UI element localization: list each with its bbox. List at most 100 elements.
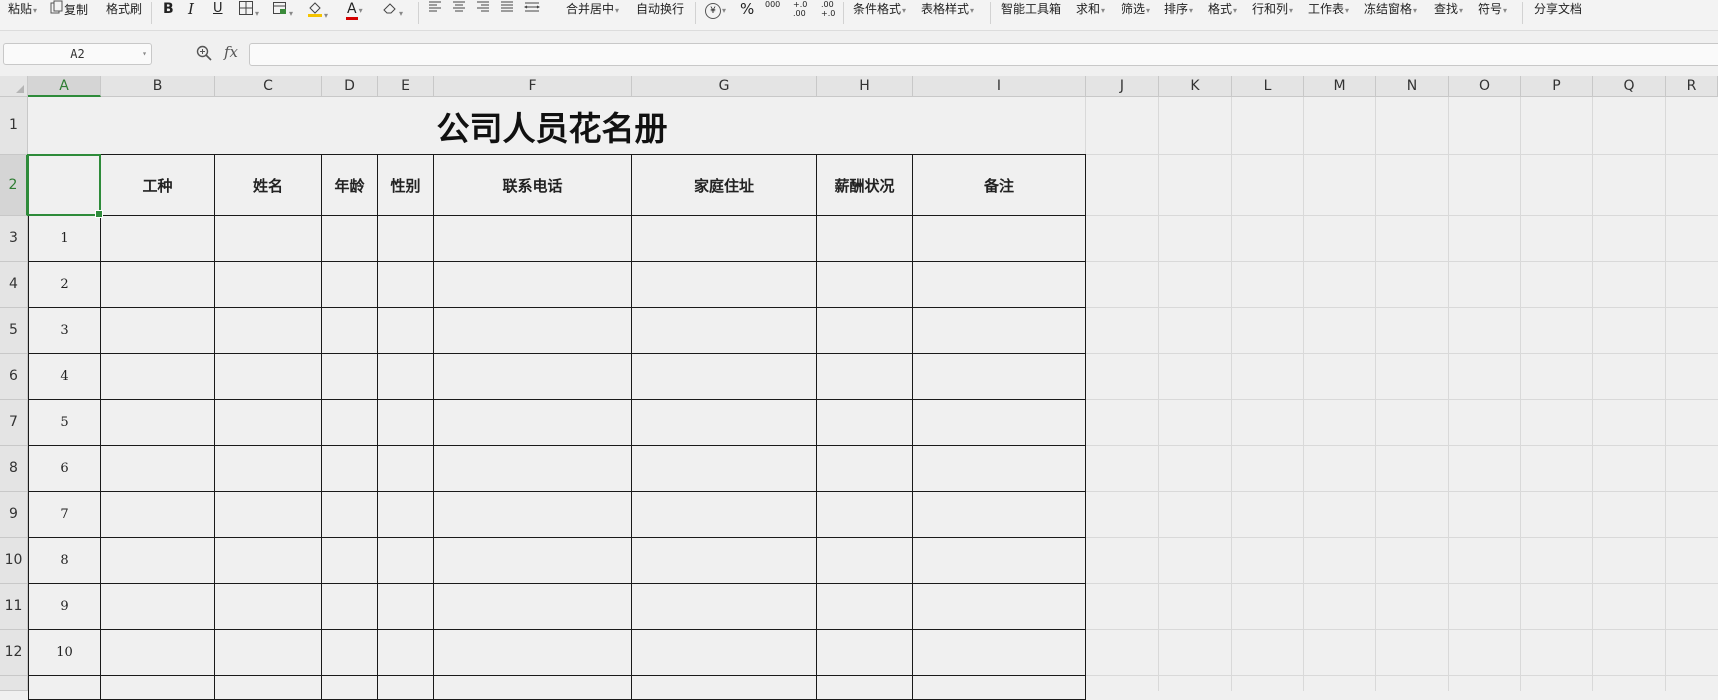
row-header-12[interactable]: 12 (0, 630, 28, 676)
table-cell[interactable] (215, 308, 322, 354)
sheet-title[interactable]: 公司人员花名册 (28, 97, 1076, 155)
table-cell[interactable] (913, 446, 1086, 492)
table-cell[interactable] (28, 676, 101, 700)
column-header-n[interactable]: N (1376, 76, 1449, 97)
table-cell[interactable] (913, 538, 1086, 584)
column-header-g[interactable]: G (632, 76, 817, 97)
column-header-h[interactable]: H (817, 76, 913, 97)
table-cell[interactable] (322, 400, 378, 446)
table-cell[interactable] (817, 262, 913, 308)
table-cell[interactable] (378, 400, 434, 446)
table-cell[interactable] (215, 676, 322, 700)
table-cell[interactable] (434, 492, 632, 538)
table-header-cell[interactable]: 年龄 (322, 155, 378, 216)
table-cell[interactable] (101, 492, 215, 538)
table-row-number[interactable]: 1 (28, 216, 101, 262)
table-header-cell[interactable]: 薪酬状况 (817, 155, 913, 216)
table-row-number[interactable]: 2 (28, 262, 101, 308)
table-cell[interactable] (215, 354, 322, 400)
distribute-button[interactable] (523, 0, 541, 20)
filter-button[interactable]: 筛选▾ (1121, 0, 1150, 20)
table-cell[interactable] (817, 584, 913, 630)
table-cell[interactable] (632, 354, 817, 400)
table-header-cell[interactable]: 工种 (101, 155, 215, 216)
table-cell[interactable] (913, 492, 1086, 538)
column-header-a[interactable]: A (28, 76, 101, 97)
column-header-i[interactable]: I (913, 76, 1086, 97)
table-cell[interactable] (434, 630, 632, 676)
table-cell[interactable] (101, 676, 215, 700)
select-all-corner[interactable] (0, 76, 28, 97)
align-center-button[interactable] (452, 0, 466, 20)
table-cell[interactable] (322, 216, 378, 262)
table-cell[interactable] (215, 584, 322, 630)
table-cell[interactable] (632, 630, 817, 676)
table-row-number[interactable]: 8 (28, 538, 101, 584)
currency-button[interactable]: ¥ ▾ (705, 0, 726, 20)
table-cell[interactable] (434, 538, 632, 584)
fill-color-button[interactable]: ▾ (307, 0, 328, 20)
table-cell[interactable] (101, 354, 215, 400)
table-cell[interactable] (434, 676, 632, 700)
table-row-number[interactable]: 10 (28, 630, 101, 676)
justify-button[interactable] (500, 0, 514, 20)
table-cell[interactable] (322, 630, 378, 676)
table-cell[interactable] (434, 400, 632, 446)
table-cell[interactable] (434, 216, 632, 262)
chevron-down-icon[interactable]: ▾ (142, 44, 147, 64)
table-cell[interactable] (322, 676, 378, 700)
bold-button[interactable]: B (163, 0, 174, 20)
table-cell[interactable] (817, 400, 913, 446)
table-cell[interactable] (101, 538, 215, 584)
table-cell[interactable] (378, 538, 434, 584)
worksheet-button[interactable]: 工作表▾ (1308, 0, 1349, 20)
table-cell[interactable] (913, 400, 1086, 446)
format-button[interactable]: 格式▾ (1208, 0, 1237, 20)
row-header-7[interactable]: 7 (0, 400, 28, 446)
table-header-cell-blank[interactable] (28, 155, 101, 216)
table-row-number[interactable]: 5 (28, 400, 101, 446)
clear-format-button[interactable]: ▾ (382, 0, 403, 20)
table-row-number[interactable]: 6 (28, 446, 101, 492)
table-cell[interactable] (632, 262, 817, 308)
table-cell[interactable] (913, 308, 1086, 354)
row-header-9[interactable]: 9 (0, 492, 28, 538)
align-left-button[interactable] (428, 0, 442, 20)
decrease-decimal-button[interactable]: .00 +.0 (821, 0, 835, 20)
column-header-r[interactable]: R (1666, 76, 1718, 97)
table-row-number[interactable]: 9 (28, 584, 101, 630)
freeze-panes-button[interactable]: 冻结窗格▾ (1364, 0, 1417, 20)
table-cell[interactable] (817, 354, 913, 400)
table-row-number[interactable]: 7 (28, 492, 101, 538)
smart-toolbox-button[interactable]: 智能工具箱 (1001, 0, 1061, 20)
table-cell[interactable] (322, 262, 378, 308)
border-button[interactable]: ▾ (238, 0, 259, 20)
table-cell[interactable] (322, 308, 378, 354)
table-cell[interactable] (434, 584, 632, 630)
row-header-5[interactable]: 5 (0, 308, 28, 354)
find-button[interactable]: 查找▾ (1434, 0, 1463, 20)
table-cell[interactable] (322, 354, 378, 400)
table-cell[interactable] (817, 446, 913, 492)
column-header-d[interactable]: D (322, 76, 378, 97)
table-cell[interactable] (101, 216, 215, 262)
underline-button[interactable]: U (213, 0, 223, 20)
table-cell[interactable] (215, 262, 322, 308)
table-cell[interactable] (378, 308, 434, 354)
table-cell[interactable] (913, 676, 1086, 700)
column-header-q[interactable]: Q (1593, 76, 1666, 97)
table-cell[interactable] (632, 584, 817, 630)
sort-button[interactable]: 排序▾ (1164, 0, 1193, 20)
row-header-2[interactable]: 2 (0, 155, 28, 216)
fill-layout-button[interactable]: ▾ (272, 0, 293, 20)
percent-button[interactable]: % (740, 0, 754, 20)
column-header-e[interactable]: E (378, 76, 434, 97)
column-header-m[interactable]: M (1304, 76, 1376, 97)
table-cell[interactable] (913, 354, 1086, 400)
table-cell[interactable] (215, 400, 322, 446)
merge-center-button[interactable]: 合并居中▾ (566, 0, 619, 20)
table-cell[interactable] (913, 262, 1086, 308)
column-header-b[interactable]: B (101, 76, 215, 97)
table-cell[interactable] (322, 492, 378, 538)
column-header-c[interactable]: C (215, 76, 322, 97)
